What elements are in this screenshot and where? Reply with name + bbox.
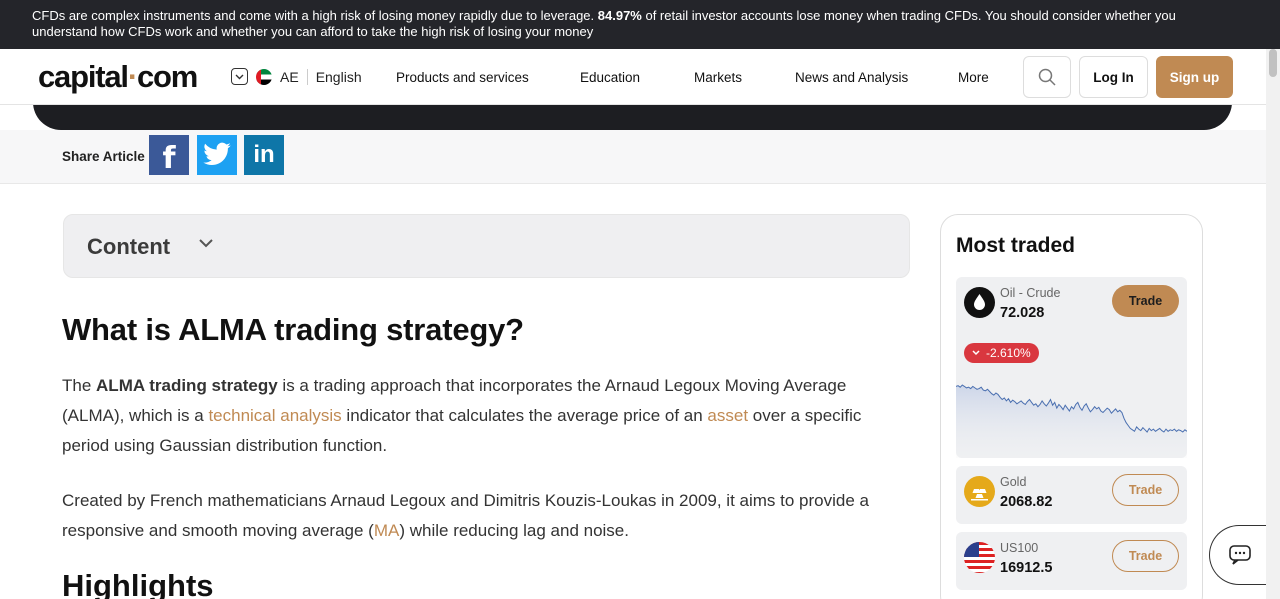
instrument-price: 16912.5	[1000, 560, 1053, 576]
article-paragraph: Created by French mathematicians Arnaud …	[62, 491, 869, 540]
chat-button[interactable]	[1209, 525, 1269, 585]
divider	[306, 68, 308, 85]
twitter-icon	[203, 142, 231, 166]
region-code: AE	[280, 68, 299, 85]
price-change-badge: -2.610%	[964, 343, 1039, 363]
most-traded-widget: Most traded Oil - Crude 72.028 Trade -2.…	[940, 214, 1203, 599]
signup-button[interactable]: Sign up	[1156, 56, 1233, 98]
login-button[interactable]: Log In	[1079, 56, 1148, 98]
instrument-name: Gold	[1000, 475, 1027, 489]
linkedin-share-button[interactable]: in	[244, 135, 284, 175]
page-scrollbar[interactable]	[1266, 49, 1280, 599]
technical-analysis-link[interactable]: technical analysis	[208, 406, 341, 425]
facebook-icon: f	[162, 140, 176, 176]
trade-button[interactable]: Trade	[1112, 285, 1179, 317]
price-sparkline	[956, 384, 1187, 458]
instrument-card-gold[interactable]: Gold 2068.82 Trade	[956, 466, 1187, 524]
site-header: capital·com AE English Products and serv…	[0, 49, 1266, 105]
highlights-heading: Highlights	[62, 568, 214, 599]
instrument-card-oil[interactable]: Oil - Crude 72.028 Trade -2.610%	[956, 277, 1187, 458]
share-article-bar: Share Article f in	[0, 130, 1266, 184]
twitter-share-button[interactable]	[197, 135, 237, 175]
chevron-down-icon	[199, 239, 213, 248]
search-button[interactable]	[1023, 56, 1071, 98]
gold-bars-icon	[964, 476, 995, 507]
risk-warning-percent: 84.97%	[597, 8, 642, 23]
instrument-card-us100[interactable]: US100 16912.5 Trade	[956, 532, 1187, 590]
instrument-name: Oil - Crude	[1000, 286, 1061, 300]
asset-link[interactable]: asset	[707, 406, 748, 425]
scrollbar-thumb[interactable]	[1269, 49, 1277, 77]
risk-warning-banner: CFDs are complex instruments and come wi…	[0, 0, 1280, 49]
nav-news-and-analysis[interactable]: News and Analysis	[795, 70, 908, 85]
oil-drop-icon	[964, 287, 995, 318]
facebook-share-button[interactable]: f	[149, 135, 189, 176]
linkedin-icon: in	[253, 141, 275, 168]
language-selector[interactable]: AE English	[231, 68, 362, 85]
risk-warning-text-1: CFDs are complex instruments and come wi…	[32, 8, 598, 23]
chevron-down-icon	[972, 350, 980, 356]
article-paragraph: The ALMA trading strategy is a trading a…	[62, 376, 862, 455]
language-label: English	[315, 68, 362, 85]
nav-markets[interactable]: Markets	[694, 70, 742, 85]
search-icon	[1038, 68, 1056, 86]
chat-icon	[1228, 545, 1251, 565]
instrument-price: 2068.82	[1000, 494, 1053, 510]
ma-link[interactable]: MA	[374, 521, 400, 540]
nav-more[interactable]: More	[958, 70, 989, 85]
nav-education[interactable]: Education	[580, 70, 640, 85]
bold-term: ALMA trading strategy	[96, 376, 278, 395]
most-traded-title: Most traded	[956, 234, 1076, 257]
trade-button[interactable]: Trade	[1112, 474, 1179, 506]
instrument-price: 72.028	[1000, 305, 1045, 321]
content-toc-toggle[interactable]: Content	[63, 214, 910, 278]
share-article-label: Share Article	[62, 149, 145, 164]
chevron-down-icon	[231, 68, 248, 85]
article-heading: What is ALMA trading strategy?	[62, 312, 524, 347]
content-toc-label: Content	[87, 234, 171, 259]
capital-com-logo[interactable]: capital·com	[38, 59, 198, 95]
instrument-name: US100	[1000, 541, 1039, 555]
nav-products-and-services[interactable]: Products and services	[396, 70, 529, 85]
uae-flag-icon	[256, 68, 272, 85]
us-flag-icon	[964, 542, 995, 573]
trade-button[interactable]: Trade	[1112, 540, 1179, 572]
price-change-value: -2.610%	[986, 346, 1031, 360]
